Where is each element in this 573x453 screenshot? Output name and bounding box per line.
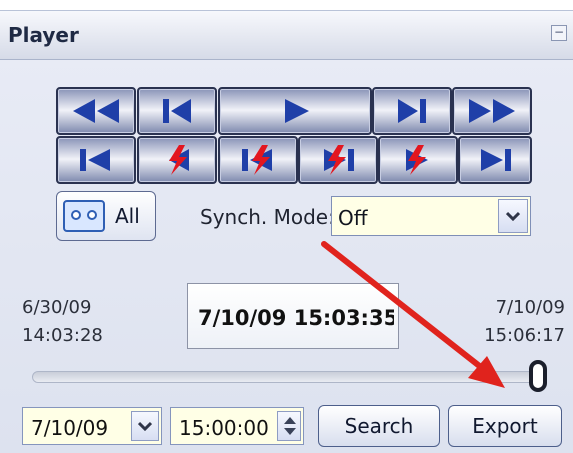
fast-rewind-icon bbox=[73, 99, 119, 123]
synch-mode-value: Off bbox=[338, 206, 368, 230]
chevron-down-icon[interactable] bbox=[498, 199, 528, 233]
current-time-value: 7/10/09 15:03:35 bbox=[198, 306, 394, 330]
all-sources-button[interactable]: All bbox=[56, 191, 156, 241]
play-icon bbox=[285, 99, 309, 123]
synch-mode-label: Synch. Mode: bbox=[200, 205, 335, 229]
step-back-button[interactable] bbox=[137, 87, 217, 135]
fast-rewind-button[interactable] bbox=[56, 87, 136, 135]
time-stepper[interactable]: 15:00:00 bbox=[170, 407, 304, 445]
cassette-icon bbox=[63, 200, 105, 232]
synch-mode-select[interactable]: Off bbox=[331, 196, 531, 236]
player-panel: Player − All Synch. Mode: Off 6/30/09 14… bbox=[0, 10, 573, 453]
spin-up-icon[interactable] bbox=[284, 417, 296, 424]
forward-event-button[interactable] bbox=[378, 136, 458, 184]
prev-event-icon bbox=[242, 145, 272, 175]
go-to-end-button[interactable] bbox=[458, 136, 532, 184]
fast-forward-button[interactable] bbox=[452, 87, 532, 135]
step-forward-icon bbox=[398, 99, 426, 123]
step-forward-button[interactable] bbox=[372, 87, 452, 135]
timeline-slider-thumb[interactable] bbox=[529, 360, 547, 392]
rewind-event-button[interactable] bbox=[137, 136, 217, 184]
step-back-icon bbox=[163, 99, 191, 123]
prev-event-button[interactable] bbox=[218, 136, 298, 184]
title-bar: Player − bbox=[0, 11, 573, 60]
next-event-icon bbox=[324, 145, 354, 175]
date-picker[interactable]: 7/10/09 bbox=[22, 407, 162, 445]
timeline-start: 6/30/09 14:03:28 bbox=[22, 294, 103, 350]
time-value: 15:00:00 bbox=[179, 416, 269, 440]
forward-event-icon bbox=[406, 145, 428, 175]
go-to-end-icon bbox=[481, 149, 511, 171]
end-date: 7/10/09 bbox=[495, 297, 565, 318]
start-time: 14:03:28 bbox=[22, 325, 103, 346]
date-dropdown-icon[interactable] bbox=[131, 411, 159, 441]
fast-forward-icon bbox=[469, 99, 515, 123]
play-button[interactable] bbox=[218, 87, 372, 135]
end-time: 15:06:17 bbox=[484, 325, 565, 346]
timeline-slider[interactable] bbox=[32, 371, 540, 383]
timeline-end: 7/10/09 15:06:17 bbox=[484, 294, 565, 350]
rewind-event-icon bbox=[169, 145, 189, 175]
next-event-button[interactable] bbox=[298, 136, 378, 184]
collapse-icon[interactable]: − bbox=[551, 25, 567, 41]
spin-down-icon[interactable] bbox=[284, 428, 296, 435]
go-to-start-icon bbox=[80, 149, 110, 171]
export-button[interactable]: Export bbox=[448, 405, 562, 447]
go-to-start-button[interactable] bbox=[56, 136, 136, 184]
panel-title: Player bbox=[8, 23, 79, 47]
search-button[interactable]: Search bbox=[318, 405, 440, 447]
all-label: All bbox=[115, 204, 140, 228]
spin-icon[interactable] bbox=[277, 411, 301, 441]
start-date: 6/30/09 bbox=[22, 297, 92, 318]
date-value: 7/10/09 bbox=[31, 416, 109, 440]
current-time-display: 7/10/09 15:03:35 bbox=[187, 283, 399, 349]
